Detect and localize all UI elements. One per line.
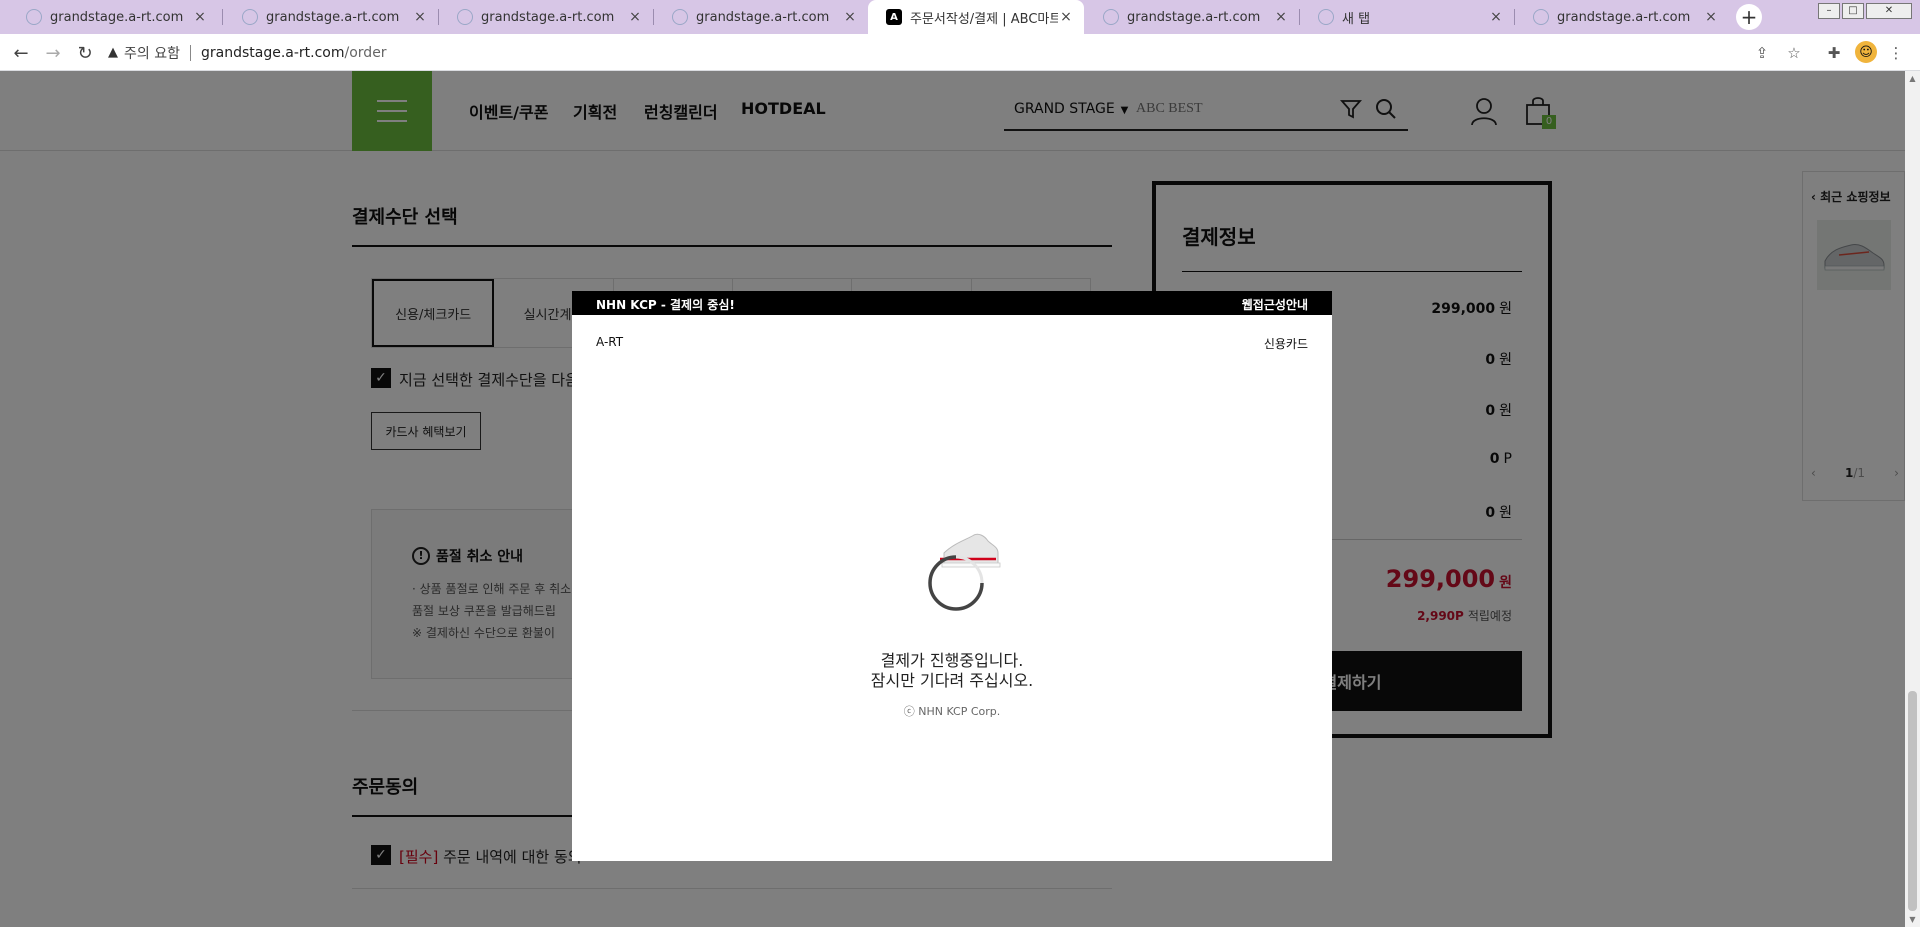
loading-message-line2: 잠시만 기다려 주십시오. [870, 671, 1034, 690]
close-window-button[interactable]: ✕ [1866, 3, 1912, 19]
minimize-window-button[interactable]: – [1818, 3, 1840, 19]
scroll-down-arrow-icon[interactable]: ▼ [1905, 912, 1920, 927]
tab-title: grandstage.a-rt.com [50, 9, 184, 25]
tab-title: 새 탭 [1342, 11, 1371, 27]
bookmark-star-icon[interactable]: ☆ [1783, 42, 1805, 64]
close-icon[interactable]: × [1273, 9, 1289, 25]
browser-tab[interactable]: grandstage.a-rt.com × [224, 0, 438, 34]
url-path: /order [344, 44, 387, 61]
globe-icon [1533, 9, 1549, 25]
close-icon[interactable]: × [1058, 9, 1074, 25]
reload-button[interactable]: ↻ [72, 40, 98, 66]
globe-icon [1103, 9, 1119, 25]
share-icon[interactable]: ⇪ [1751, 42, 1773, 64]
maximize-window-button[interactable]: □ [1842, 3, 1864, 19]
scrollbar-thumb[interactable] [1908, 691, 1917, 911]
close-icon[interactable]: × [192, 9, 208, 25]
tab-separator [222, 9, 223, 25]
merchant-name: A-RT [596, 335, 624, 349]
globe-icon [672, 9, 688, 25]
abc-mart-favicon-icon: A [886, 9, 902, 25]
browser-tab[interactable]: 새 탭 × [1300, 0, 1514, 34]
browser-tab[interactable]: grandstage.a-rt.com × [654, 0, 868, 34]
back-button[interactable]: ← [8, 40, 34, 66]
url-host: grandstage.a-rt.com [200, 44, 345, 61]
loading-message-line1: 결제가 진행중입니다. [880, 651, 1024, 670]
modal-header: NHN KCP - 결제의 중심! 웹접근성안내 [572, 291, 1332, 315]
security-warning-label[interactable]: 주의 요함 [124, 43, 180, 63]
browser-tab-active[interactable]: A 주문서작성/결제 | ABC마트 × [868, 0, 1084, 34]
globe-icon [457, 9, 473, 25]
new-tab-button[interactable]: + [1736, 4, 1762, 30]
globe-icon [1318, 9, 1334, 25]
profile-avatar[interactable]: ☺ [1855, 41, 1877, 63]
close-icon[interactable]: × [842, 9, 858, 25]
browser-tab[interactable]: grandstage.a-rt.com × [1515, 0, 1729, 34]
order-page: 이벤트/쿠폰 기획전 런칭캘린더 HOTDEAL GRAND STAGE▼ 0 … [0, 71, 1920, 927]
browser-tab[interactable]: grandstage.a-rt.com × [1085, 0, 1299, 34]
tab-title: grandstage.a-rt.com [1127, 9, 1261, 25]
close-icon[interactable]: × [1703, 9, 1719, 25]
forward-button[interactable]: → [40, 40, 66, 66]
close-icon[interactable]: × [412, 9, 428, 25]
extensions-puzzle-icon[interactable]: ✚ [1823, 42, 1845, 64]
page-scrollbar[interactable]: ▲ ▼ [1905, 71, 1920, 927]
kcp-payment-modal: NHN KCP - 결제의 중심! 웹접근성안내 A-RT 신용카드 결제가 진… [572, 291, 1332, 861]
browser-tab[interactable]: grandstage.a-rt.com × [439, 0, 653, 34]
browser-tab[interactable]: grandstage.a-rt.com × [8, 0, 218, 34]
url-input[interactable]: ▲ 주의 요함 grandstage.a-rt.com /order [108, 38, 1798, 67]
loading-sneaker-spinner-icon [928, 533, 1001, 611]
loading-message: 결제가 진행중입니다. 잠시만 기다려 주십시오. [572, 651, 1332, 691]
kcp-copyright: ⓒ NHN KCP Corp. [903, 705, 1001, 718]
globe-icon [242, 9, 258, 25]
scroll-up-arrow-icon[interactable]: ▲ [1905, 71, 1920, 86]
globe-icon [26, 9, 42, 25]
close-icon[interactable]: × [1488, 9, 1504, 25]
warning-icon[interactable]: ▲ [108, 45, 118, 60]
tab-title: 주문서작성/결제 | ABC마트 [910, 11, 1058, 27]
browser-menu-icon[interactable]: ⋮ [1885, 42, 1907, 64]
tab-title: grandstage.a-rt.com [1557, 9, 1691, 25]
modal-header-title: NHN KCP - 결제의 중심! [596, 298, 735, 312]
payment-method-label: 신용카드 [1263, 337, 1308, 351]
close-icon[interactable]: × [627, 9, 643, 25]
tab-title: grandstage.a-rt.com [481, 9, 615, 25]
browser-address-bar: ← → ↻ ▲ 주의 요함 grandstage.a-rt.com /order… [0, 34, 1920, 71]
browser-tab-bar: grandstage.a-rt.com × grandstage.a-rt.co… [0, 0, 1920, 34]
tab-title: grandstage.a-rt.com [266, 9, 400, 25]
omnibox-divider [189, 44, 191, 61]
accessibility-info-link[interactable]: 웹접근성안내 [1242, 296, 1308, 313]
tab-title: grandstage.a-rt.com [696, 9, 830, 25]
